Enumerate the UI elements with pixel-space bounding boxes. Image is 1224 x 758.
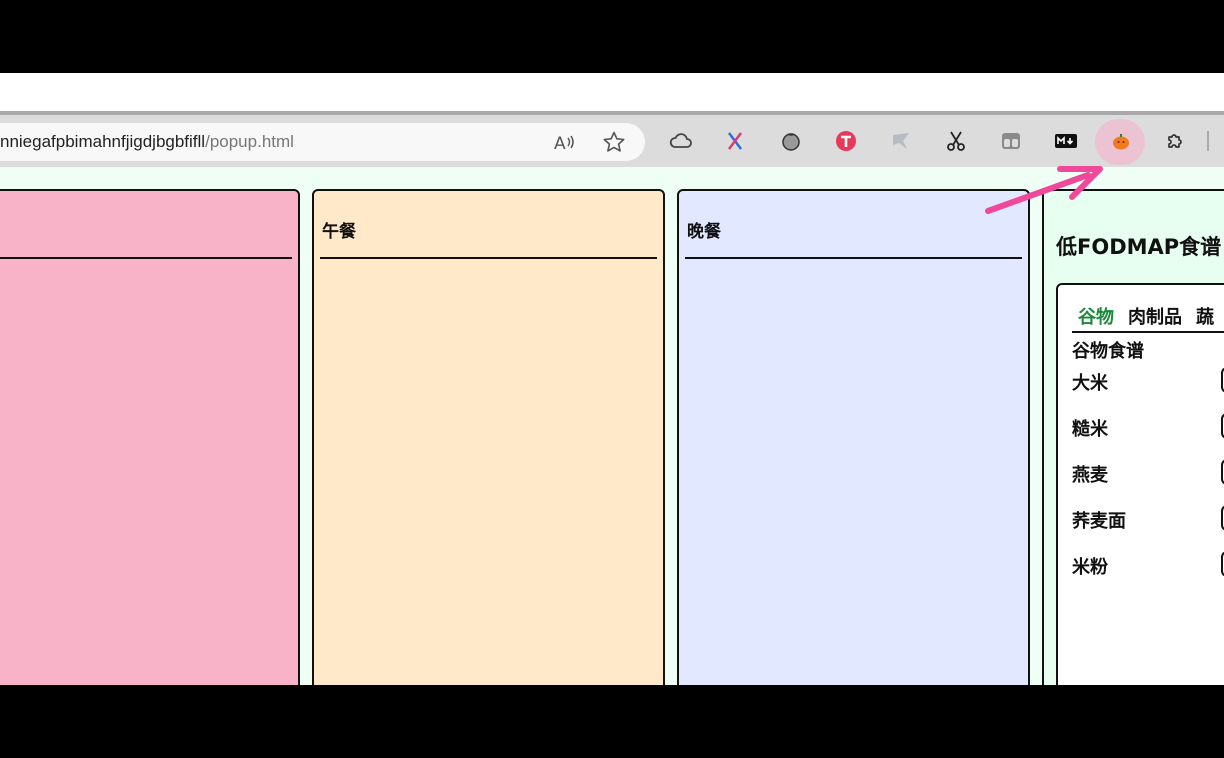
letterbox-top — [0, 0, 1224, 73]
annotation-arrow — [985, 166, 1103, 214]
browser-window: nniegafpbimahnfjigdjbgbfifll/popup.html … — [0, 73, 1224, 685]
letterbox-bottom — [0, 685, 1224, 758]
